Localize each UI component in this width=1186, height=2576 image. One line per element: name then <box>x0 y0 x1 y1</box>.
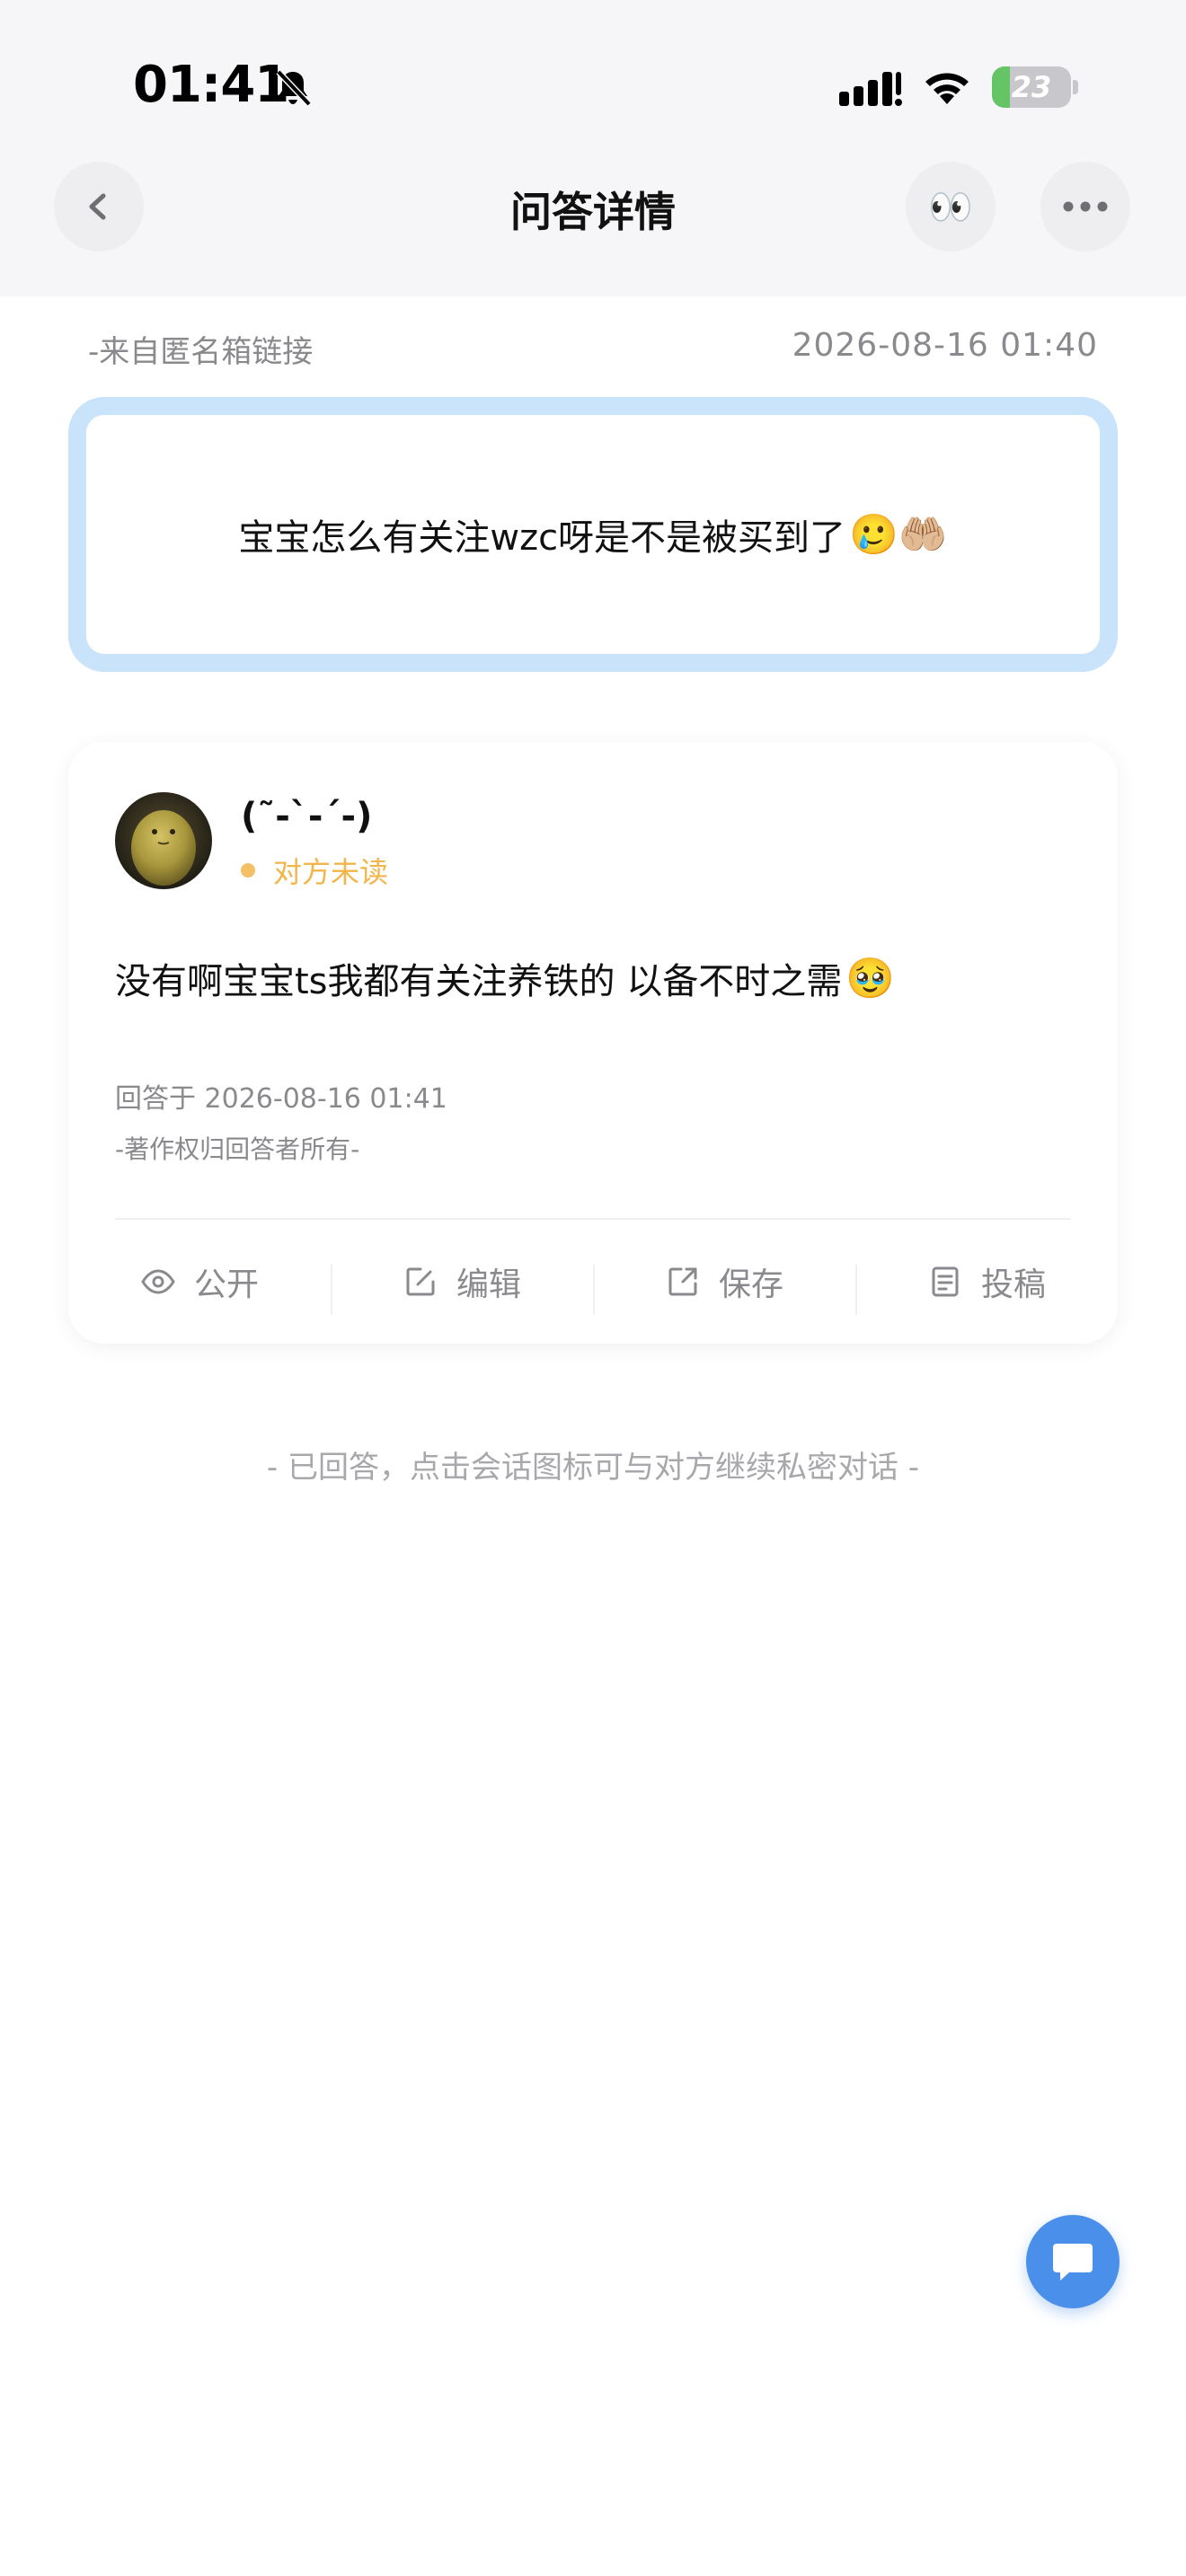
edit-label: 编辑 <box>456 1266 521 1303</box>
status-time: 01:41 <box>133 56 289 114</box>
top-bar: 01:41 23 问答详情 👀 <box>0 0 1186 296</box>
read-status: 对方未读 <box>241 850 388 891</box>
save-label: 保存 <box>718 1266 783 1303</box>
question-text: 宝宝怎么有关注wzc呀是不是被买到了 <box>238 517 846 559</box>
copyright-note: -著作权归回答者所有- <box>115 1134 360 1164</box>
page-title: 问答详情 <box>510 188 676 236</box>
question-emoji: 🥲🤲🏼 <box>849 512 948 558</box>
avatar[interactable] <box>115 792 212 889</box>
answer-text-row: 没有啊宝宝ts我都有关注养铁的 以备不时之需 🥹 <box>115 952 895 1004</box>
question-text-row: 宝宝怎么有关注wzc呀是不是被买到了 🥲🤲🏼 <box>86 415 1100 654</box>
eyes-icon: 👀 <box>928 186 973 228</box>
public-button[interactable]: 公开 <box>68 1220 331 1344</box>
more-button[interactable] <box>1040 162 1130 251</box>
wifi-icon <box>925 73 969 104</box>
chat-button[interactable] <box>1026 2215 1120 2308</box>
read-status-label: 对方未读 <box>273 855 389 889</box>
document-icon <box>932 1266 959 1297</box>
answered-hint: - 已回答，点击会话图标可与对方继续私密对话 - <box>266 1450 920 1486</box>
answer-text: 没有啊宝宝ts我都有关注养铁的 以备不时之需 <box>115 961 843 1002</box>
share-icon <box>668 1267 697 1296</box>
edit-button[interactable]: 编辑 <box>331 1220 593 1344</box>
submit-button[interactable]: 投稿 <box>855 1220 1118 1344</box>
submit-label: 投稿 <box>980 1266 1046 1303</box>
chat-bubble-icon <box>1053 2244 1093 2280</box>
public-label: 公开 <box>193 1266 259 1303</box>
answer-card: (˜-`-´-) 对方未读 没有啊宝宝ts我都有关注养铁的 以备不时之需 🥹 回… <box>68 742 1118 1344</box>
action-bar: 公开 编辑 保存 投稿 <box>68 1220 1118 1344</box>
battery-indicator: 23 <box>992 66 1078 108</box>
battery-percent: 23 <box>1011 70 1052 104</box>
save-button[interactable]: 保存 <box>593 1220 855 1344</box>
question-source: -来自匿名箱链接 <box>88 334 314 370</box>
eye-icon <box>141 1269 175 1294</box>
user-name: (˜-`-´-) <box>241 796 373 837</box>
question-card: 宝宝怎么有关注wzc呀是不是被买到了 🥲🤲🏼 <box>68 397 1118 672</box>
question-time: 2026-08-16 01:40 <box>792 327 1098 364</box>
bell-muted-icon <box>276 69 312 107</box>
status-dot <box>241 863 255 878</box>
answer-emoji: 🥹 <box>845 956 896 1001</box>
answer-time: 回答于 2026-08-16 01:41 <box>115 1083 447 1115</box>
ellipsis-icon <box>1063 201 1108 212</box>
edit-icon <box>406 1267 435 1296</box>
eyes-button[interactable]: 👀 <box>906 162 996 251</box>
signal-icon <box>839 72 902 106</box>
